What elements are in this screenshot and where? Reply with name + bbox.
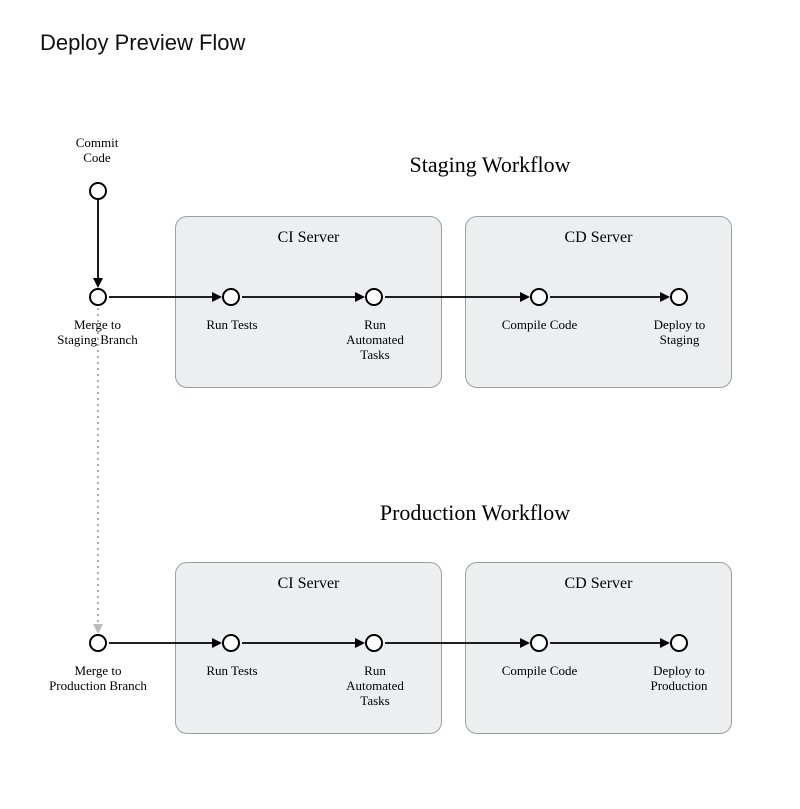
arrows-layer bbox=[0, 0, 800, 809]
